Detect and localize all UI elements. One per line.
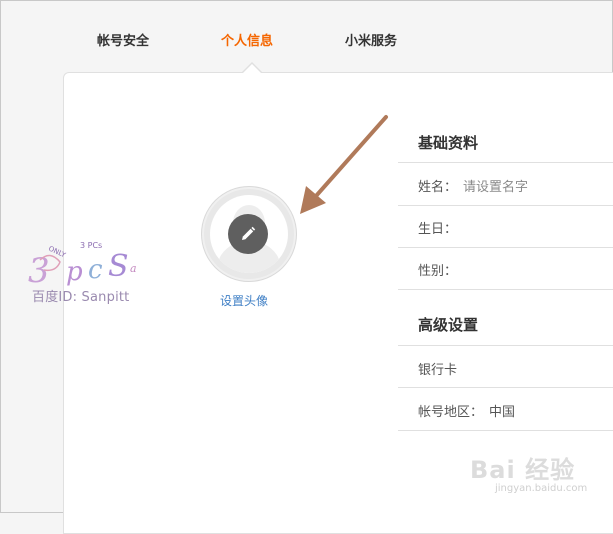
svg-text:a: a xyxy=(130,262,137,275)
svg-text:3 PCs: 3 PCs xyxy=(80,241,102,250)
bank-card-label: 银行卡 xyxy=(418,363,458,378)
divider xyxy=(398,345,613,346)
author-watermark-text: 百度ID: Sanpitt xyxy=(32,290,130,305)
name-row[interactable]: 姓名： 请设置名字 xyxy=(418,176,528,195)
divider xyxy=(398,247,613,248)
account-region-value: 中国 xyxy=(489,405,516,420)
divider xyxy=(398,387,613,388)
svg-text:c: c xyxy=(88,255,103,285)
svg-text:p: p xyxy=(66,257,83,287)
svg-text:ONLY: ONLY xyxy=(47,245,67,260)
account-region-row[interactable]: 帐号地区： 中国 xyxy=(418,401,515,420)
advanced-settings-title: 高级设置 xyxy=(418,316,479,334)
svg-text:S: S xyxy=(108,249,129,284)
gender-row[interactable]: 性别： xyxy=(418,260,457,279)
birthday-row[interactable]: 生日： xyxy=(418,218,457,237)
account-region-label: 帐号地区： xyxy=(418,405,484,420)
name-placeholder[interactable]: 请设置名字 xyxy=(463,180,528,195)
baidu-jingyan-watermark-logo: Bai 经验 xyxy=(470,456,576,484)
birthday-label: 生日： xyxy=(418,222,458,237)
baidu-jingyan-watermark-url: jingyan.baidu.com xyxy=(495,483,588,494)
divider xyxy=(398,162,613,163)
gender-label: 性别： xyxy=(418,264,458,279)
divider xyxy=(398,205,613,206)
divider xyxy=(398,289,613,290)
basic-info-title: 基础资料 xyxy=(418,134,479,152)
name-label: 姓名： xyxy=(418,180,458,195)
bank-card-row[interactable]: 银行卡 xyxy=(418,359,457,378)
divider xyxy=(398,430,613,431)
